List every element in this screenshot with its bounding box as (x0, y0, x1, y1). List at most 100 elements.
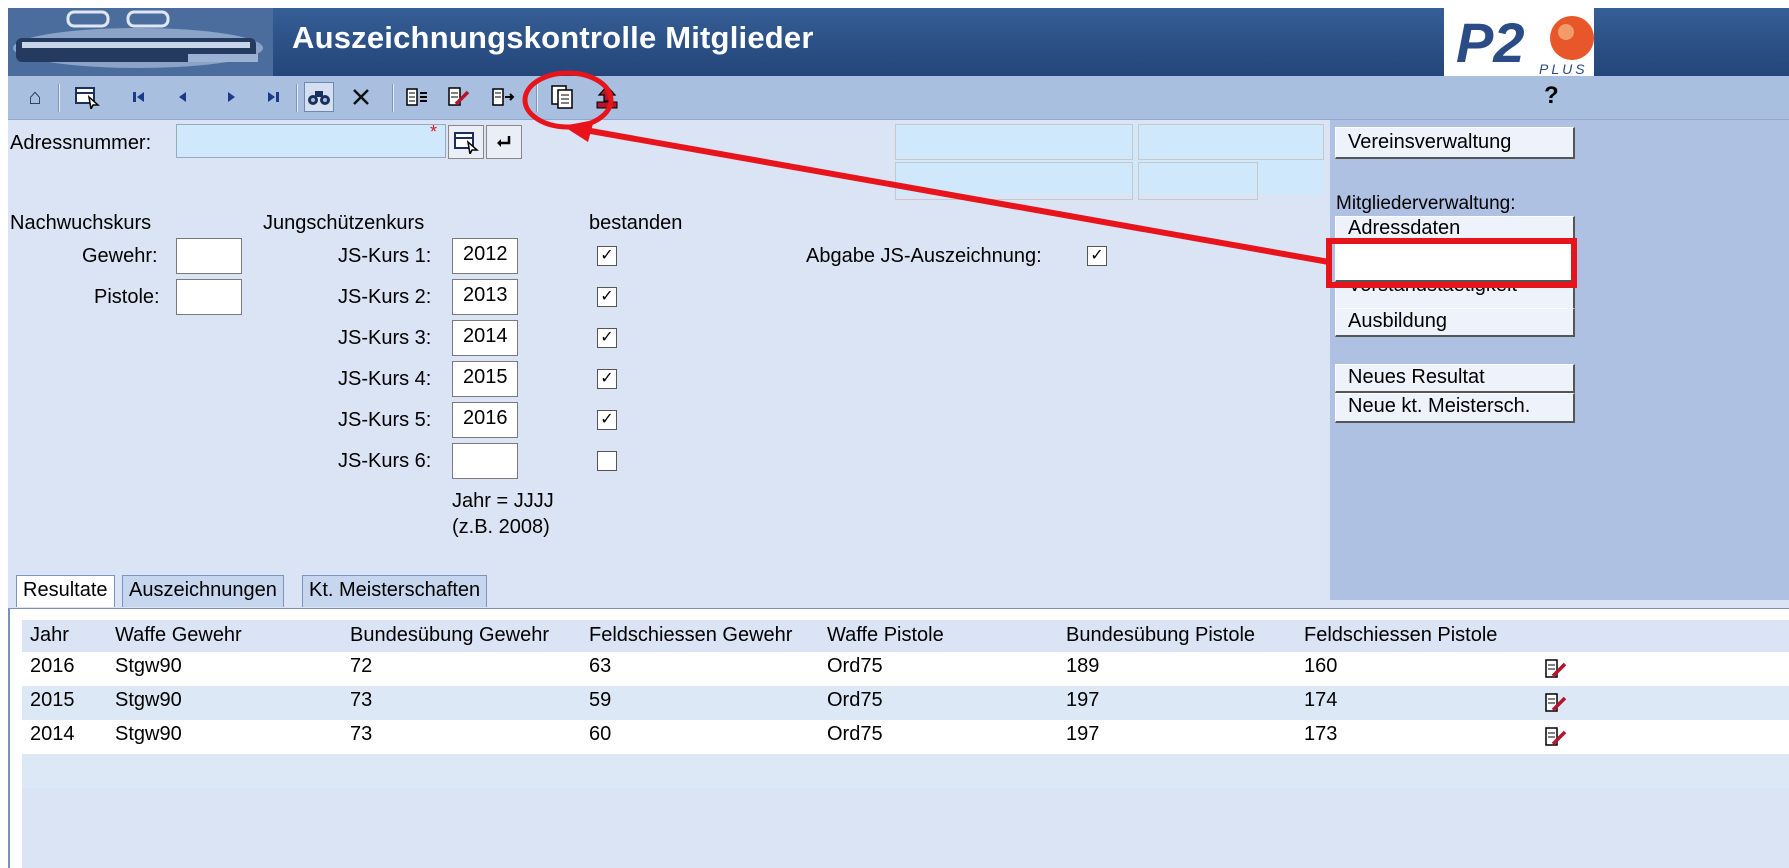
new-record-icon[interactable] (488, 82, 518, 112)
neues-resultat-button[interactable]: Neues Resultat (1335, 364, 1575, 393)
first-record-icon[interactable] (124, 82, 154, 112)
auszeichnungen-button[interactable] (1335, 242, 1575, 282)
tab-kt-meisterschaften[interactable]: Kt. Meisterschaften (302, 575, 488, 607)
column-header-bundesuebung-pistole[interactable]: Bundesübung Pistole (1066, 624, 1255, 647)
cell-waffe-gewehr: Stgw90 (115, 655, 182, 677)
js-kurs-1-label: JS-Kurs 1: (338, 245, 432, 267)
js-kurs-6-label: JS-Kurs 6: (338, 450, 432, 472)
cell-waffe-gewehr: Stgw90 (115, 723, 182, 745)
select-record-icon[interactable] (72, 82, 102, 112)
cell-waffe-pistole: Ord75 (827, 723, 883, 745)
adressnummer-label: Adressnummer: (10, 132, 152, 154)
ausbildung-button[interactable]: Ausbildung (1335, 308, 1575, 337)
navigation-panel (1330, 120, 1789, 600)
column-header-feldschiessen-gewehr[interactable]: Feldschiessen Gewehr (589, 624, 792, 647)
js-kurs-2-label: JS-Kurs 2: (338, 286, 432, 308)
edit-icon[interactable] (444, 82, 474, 112)
js-kurs-6-year-field[interactable] (452, 443, 518, 479)
vereinsverwaltung-button[interactable]: Vereinsverwaltung (1335, 127, 1575, 159)
jungschuetzenkurs-header: Jungschützenkurs (263, 212, 425, 234)
help-button[interactable]: ? (1544, 82, 1559, 110)
adressnummer-field[interactable] (176, 124, 446, 158)
toolbar-separator (392, 84, 394, 112)
js-kurs-5-year-field[interactable]: 2016 (452, 402, 518, 438)
js-kurs-3-bestanden-checkbox[interactable]: ✓ (597, 328, 617, 348)
cell-waffe-pistole: Ord75 (827, 655, 883, 677)
jahr-example-hint: (z.B. 2008) (452, 516, 550, 538)
previous-record-icon[interactable] (168, 82, 198, 112)
address-display-cell (895, 162, 1133, 200)
p2-plus-logo: P2 PLUS (1444, 8, 1594, 77)
column-header-waffe-gewehr[interactable]: Waffe Gewehr (115, 624, 242, 647)
gewehr-label: Gewehr: (82, 245, 158, 267)
edit-row-icon[interactable] (1544, 658, 1568, 686)
edit-row-icon[interactable] (1544, 726, 1568, 754)
copy-icon[interactable] (548, 82, 578, 112)
cell-jahr: 2015 (30, 689, 75, 711)
tab-auszeichnungen[interactable]: Auszeichnungen (122, 575, 284, 607)
neue-kt-meisterschaft-button[interactable]: Neue kt. Meistersch. (1335, 393, 1575, 423)
js-kurs-4-year-field[interactable]: 2015 (452, 361, 518, 397)
cell-bundesuebung-gewehr: 73 (350, 723, 373, 745)
vorstandstaetigkeit-button[interactable]: Vorstandstaetigkeit (1335, 282, 1575, 310)
toolbar-separator (296, 84, 298, 112)
pistole-label: Pistole: (94, 286, 160, 308)
cell-feldschiessen-gewehr: 63 (589, 655, 612, 677)
binder-logo-icon (8, 8, 273, 76)
next-record-icon[interactable] (216, 82, 246, 112)
return-icon[interactable] (486, 125, 522, 159)
mitgliederverwaltung-header: Mitgliederverwaltung: (1336, 193, 1516, 214)
last-record-icon[interactable] (258, 82, 288, 112)
js-kurs-6-bestanden-checkbox[interactable] (597, 451, 617, 471)
table-row-partial[interactable] (22, 754, 1789, 788)
application-window: Auszeichnungskontrolle Mitglieder P2 PLU… (0, 0, 1789, 868)
table-row[interactable]: 2016 Stgw90 72 63 Ord75 189 160 (22, 652, 1789, 686)
js-kurs-3-year-field[interactable]: 2014 (452, 320, 518, 356)
cell-bundesuebung-pistole: 197 (1066, 723, 1100, 745)
cell-feldschiessen-pistole: 174 (1304, 689, 1338, 711)
column-header-feldschiessen-pistole[interactable]: Feldschiessen Pistole (1304, 624, 1497, 647)
pistole-field[interactable] (176, 279, 242, 315)
svg-text:P2: P2 (1456, 11, 1525, 74)
upload-icon[interactable] (592, 82, 622, 112)
gewehr-field[interactable] (176, 238, 242, 274)
cell-bundesuebung-gewehr: 72 (350, 655, 373, 677)
search-icon[interactable] (304, 82, 334, 112)
js-kurs-1-bestanden-checkbox[interactable]: ✓ (597, 246, 617, 266)
tab-resultate[interactable]: Resultate (16, 575, 115, 607)
table-row[interactable]: 2014 Stgw90 73 60 Ord75 197 173 (22, 720, 1789, 754)
nachwuchskurs-header: Nachwuchskurs (10, 212, 152, 234)
svg-text:PLUS: PLUS (1539, 61, 1588, 76)
title-bar: Auszeichnungskontrolle Mitglieder P2 PLU… (8, 8, 1789, 77)
cell-feldschiessen-pistole: 173 (1304, 723, 1338, 745)
cell-bundesuebung-gewehr: 73 (350, 689, 373, 711)
cell-waffe-gewehr: Stgw90 (115, 689, 182, 711)
js-kurs-1-year-field[interactable]: 2012 (452, 238, 518, 274)
home-icon[interactable]: ⌂ (20, 82, 50, 112)
column-header-bundesuebung-gewehr[interactable]: Bundesübung Gewehr (350, 624, 549, 647)
abgabe-js-auszeichnung-checkbox[interactable]: ✓ (1087, 246, 1107, 266)
insert-icon[interactable] (402, 82, 432, 112)
abgabe-js-auszeichnung-label: Abgabe JS-Auszeichnung: (806, 245, 1042, 267)
address-display-cell (895, 124, 1133, 160)
js-kurs-2-bestanden-checkbox[interactable]: ✓ (597, 287, 617, 307)
js-kurs-2-year-field[interactable]: 2013 (452, 279, 518, 315)
js-kurs-4-label: JS-Kurs 4: (338, 368, 432, 390)
jahr-format-hint: Jahr = JJJJ (452, 490, 554, 512)
delete-icon[interactable] (346, 82, 376, 112)
address-display-cell (1138, 162, 1258, 200)
toolbar-separator (58, 84, 60, 112)
table-row[interactable]: 2015 Stgw90 73 59 Ord75 197 174 (22, 686, 1789, 720)
adressdaten-button[interactable]: Adressdaten (1335, 216, 1575, 242)
column-header-waffe-pistole[interactable]: Waffe Pistole (827, 624, 944, 647)
column-header-jahr[interactable]: Jahr (30, 624, 69, 647)
toolbar: ⌂ ? (8, 76, 1789, 120)
cell-waffe-pistole: Ord75 (827, 689, 883, 711)
js-kurs-4-bestanden-checkbox[interactable]: ✓ (597, 369, 617, 389)
js-kurs-5-bestanden-checkbox[interactable]: ✓ (597, 410, 617, 430)
required-marker: * (430, 122, 438, 142)
edit-row-icon[interactable] (1544, 692, 1568, 720)
lookup-address-button[interactable] (448, 125, 484, 159)
cell-feldschiessen-gewehr: 59 (589, 689, 612, 711)
js-kurs-5-label: JS-Kurs 5: (338, 409, 432, 431)
